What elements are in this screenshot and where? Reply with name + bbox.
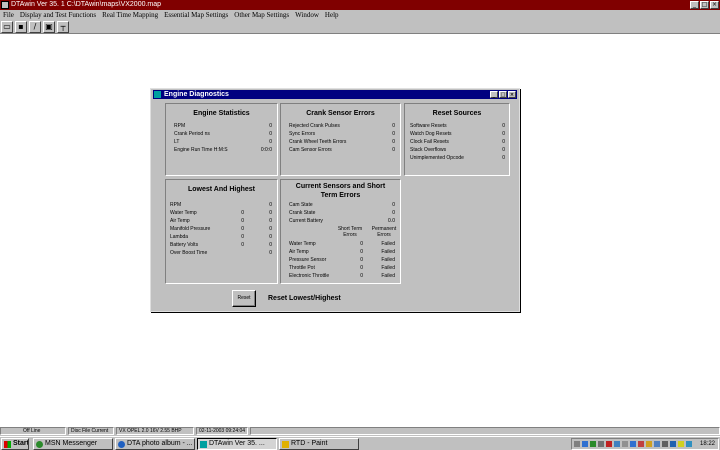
paint-icon xyxy=(282,441,289,448)
tray-firewall-icon[interactable] xyxy=(638,441,644,447)
menu-bar: File Display and Test Functions Real Tim… xyxy=(0,10,720,20)
reset-caption: Reset Lowest/Highest xyxy=(268,295,341,302)
menu-help[interactable]: Help xyxy=(322,10,342,20)
tray-msn-icon[interactable] xyxy=(590,441,596,447)
current-sensors-panel: Current Sensors and Short Term Errors Ca… xyxy=(280,179,401,284)
tray-volume-icon[interactable] xyxy=(598,441,604,447)
app-titlebar[interactable]: DTAwin Ver 35. 1 C:\DTAwin\maps\VX2000.m… xyxy=(0,0,720,10)
app-icon[interactable] xyxy=(1,1,9,9)
print-icon[interactable]: ▣ xyxy=(43,21,55,33)
edit-pencil-icon[interactable]: / xyxy=(29,21,41,33)
dialog-titlebar[interactable]: Engine Diagnostics _ □ × xyxy=(153,90,517,99)
menu-real-time-mapping[interactable]: Real Time Mapping xyxy=(99,10,161,20)
app-title: DTAwin Ver 35. 1 C:\DTAwin\maps\VX2000.m… xyxy=(11,1,162,8)
panel-title: Engine Statistics xyxy=(193,110,250,117)
panel-title: Current Sensors and Short Term Errors xyxy=(295,183,386,199)
panel-title: Crank Sensor Errors xyxy=(306,110,375,117)
tray-arrow-icon[interactable] xyxy=(574,441,580,447)
panel-title: Reset Sources xyxy=(432,110,482,117)
tray-shield-icon[interactable] xyxy=(670,441,676,447)
start-button[interactable]: Start xyxy=(1,438,29,450)
tray-speaker-icon[interactable] xyxy=(662,441,668,447)
windows-logo-icon xyxy=(4,441,11,448)
menu-window[interactable]: Window xyxy=(292,10,322,20)
tray-update-icon[interactable] xyxy=(646,441,652,447)
status-vehicle: VX OPEL 2.0 16V 2.55 BHP xyxy=(116,427,194,435)
system-tray: 18:22 xyxy=(571,438,719,450)
dialog-minimize-button[interactable]: _ xyxy=(490,91,498,98)
short-term-errors-header: Short Term Errors xyxy=(337,226,363,238)
tray-modem-icon[interactable] xyxy=(630,441,636,447)
dialog-icon xyxy=(154,91,161,98)
reset-button[interactable]: Reset xyxy=(232,290,256,307)
engine-statistics-panel: Engine Statistics RPM 0 Crank Period ns 0 … xyxy=(165,103,278,176)
taskbar: Start MSN Messenger DTA photo album - ..… xyxy=(0,436,720,450)
ie-icon xyxy=(118,441,125,448)
status-datetime: 02-11-2003 09:24:04 xyxy=(196,427,248,435)
menu-file[interactable]: File xyxy=(0,10,17,20)
dtawin-icon xyxy=(200,441,207,448)
permanent-errors-header: Permanent Errors xyxy=(371,226,397,238)
clock[interactable]: 18:22 xyxy=(700,439,715,449)
toolbar: ▭ ▪ / ▣ ┬ xyxy=(0,20,720,34)
status-bar: Off Line Disc File Current VX OPEL 2.0 1… xyxy=(0,427,720,436)
msn-icon xyxy=(36,441,43,448)
task-dta-photo-album[interactable]: DTA photo album - ... xyxy=(115,438,195,450)
tray-chat-icon[interactable] xyxy=(686,441,692,447)
reset-sources-panel: Reset Sources Software Resets 0 Watch Dog… xyxy=(404,103,510,176)
connect-icon[interactable]: ┬ xyxy=(57,21,69,33)
menu-essential-map-settings[interactable]: Essential Map Settings xyxy=(161,10,231,20)
maximize-button[interactable]: □ xyxy=(700,1,709,9)
save-disk-icon[interactable]: ▪ xyxy=(15,21,27,33)
tray-usb-icon[interactable] xyxy=(654,441,660,447)
lowest-highest-panel: Lowest And Highest RPM 0 Water Temp 0 0 Air… xyxy=(165,179,278,284)
tray-printer-icon[interactable] xyxy=(622,441,628,447)
task-rtd-paint[interactable]: RTD - Paint xyxy=(279,438,359,450)
dialog-title: Engine Diagnostics xyxy=(164,91,229,98)
tray-mail-icon[interactable] xyxy=(678,441,684,447)
status-file: Disc File Current xyxy=(68,427,114,435)
menu-display-test-functions[interactable]: Display and Test Functions xyxy=(17,10,99,20)
status-empty xyxy=(250,427,720,435)
task-msn-messenger[interactable]: MSN Messenger xyxy=(33,438,113,450)
tray-network-icon[interactable] xyxy=(582,441,588,447)
crank-sensor-errors-panel: Crank Sensor Errors Rejected Crank Pulse… xyxy=(280,103,401,176)
panel-title: Lowest And Highest xyxy=(187,186,256,193)
open-folder-icon[interactable]: ▭ xyxy=(1,21,13,33)
menu-other-map-settings[interactable]: Other Map Settings xyxy=(231,10,292,20)
close-button[interactable]: × xyxy=(710,1,719,9)
minimize-button[interactable]: _ xyxy=(690,1,699,9)
task-dtawin[interactable]: DTAwin Ver 35. ... xyxy=(197,438,277,450)
dialog-close-button[interactable]: × xyxy=(508,91,516,98)
dialog-maximize-button[interactable]: □ xyxy=(499,91,507,98)
status-connection: Off Line xyxy=(0,427,66,435)
tray-antivirus-icon[interactable] xyxy=(606,441,612,447)
tray-display-icon[interactable] xyxy=(614,441,620,447)
engine-diagnostics-window: Engine Diagnostics _ □ × Engine Statisti… xyxy=(150,88,520,312)
